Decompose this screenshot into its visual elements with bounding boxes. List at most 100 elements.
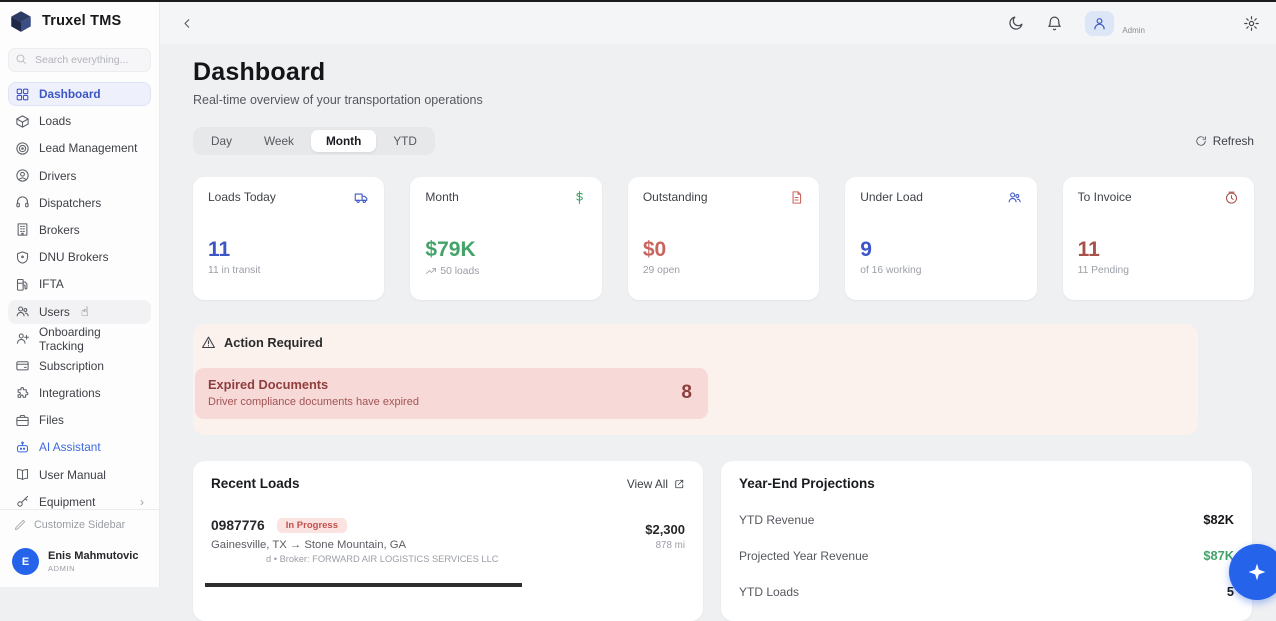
app-logo-row: Truxel TMS: [0, 0, 159, 40]
projection-row-projected-revenue: Projected Year Revenue $87K: [739, 548, 1234, 563]
stat-card-under-load[interactable]: Under Load 9 of 16 working: [845, 177, 1036, 300]
sidebar-item-dispatchers[interactable]: Dispatchers: [8, 191, 151, 215]
recent-loads-title: Recent Loads: [211, 476, 300, 491]
truck-icon: [354, 190, 369, 205]
screen-bottom-strip: [205, 583, 522, 587]
bottom-panels: Recent Loads View All 0987776 In Progres…: [193, 461, 1254, 621]
search-icon: [15, 53, 27, 65]
sidebar-item-dashboard[interactable]: Dashboard: [8, 82, 151, 106]
sidebar-item-onboarding-tracking[interactable]: Onboarding Tracking: [8, 327, 151, 351]
sidebar-item-files[interactable]: Files: [8, 408, 151, 432]
sidebar-item-ai-assistant[interactable]: AI Assistant: [8, 435, 151, 459]
sidebar-item-label: Loads: [39, 114, 71, 128]
app-logo-cube-icon: [8, 8, 34, 34]
year-end-projections-panel: Year-End Projections YTD Revenue $82K Pr…: [721, 461, 1252, 621]
stat-sub: of 16 working: [860, 265, 1021, 276]
stat-sub: 11 Pending: [1078, 265, 1239, 276]
sidebar-item-label: AI Assistant: [39, 440, 101, 454]
sidebar-item-integrations[interactable]: Integrations: [8, 381, 151, 405]
tab-month[interactable]: Month: [311, 130, 376, 152]
stat-label: To Invoice: [1078, 190, 1132, 204]
notifications-bell-icon[interactable]: [1046, 15, 1063, 32]
stat-value: $79K: [425, 238, 586, 262]
key-icon: [15, 494, 30, 509]
trend-up-icon: [425, 265, 437, 277]
expired-documents-count: 8: [681, 382, 692, 404]
external-link-icon: [673, 478, 685, 490]
customize-sidebar-button[interactable]: Customize Sidebar: [0, 509, 159, 540]
tab-day[interactable]: Day: [196, 130, 247, 152]
expired-documents-card[interactable]: Expired Documents Driver compliance docu…: [195, 368, 708, 419]
sidebar-nav: Dashboard Loads Lead Management Drivers …: [0, 82, 159, 509]
expired-documents-title: Expired Documents: [208, 377, 419, 392]
headset-icon: [15, 195, 30, 210]
stat-card-month[interactable]: Month $79K 50 loads: [410, 177, 601, 300]
refresh-button[interactable]: Refresh: [1195, 134, 1254, 148]
load-miles: 878 mi: [645, 540, 685, 551]
customize-sidebar-label: Customize Sidebar: [34, 519, 125, 531]
dark-mode-icon[interactable]: [1007, 15, 1024, 32]
stats-row: Loads Today 11 11 in transit Month $79K …: [193, 177, 1254, 300]
tab-ytd[interactable]: YTD: [378, 130, 432, 152]
recent-loads-panel: Recent Loads View All 0987776 In Progres…: [193, 461, 703, 621]
load-broker: d • Broker: FORWARD AIR LOGISTICS SERVIC…: [211, 554, 498, 564]
sidebar-item-dnu-brokers[interactable]: DNU Brokers: [8, 245, 151, 269]
puzzle-icon: [15, 386, 30, 401]
app-title: Truxel TMS: [42, 13, 121, 29]
load-status-badge: In Progress: [277, 518, 347, 533]
user-profile[interactable]: E Enis Mahmutovic ADMIN: [0, 540, 159, 587]
warning-triangle-icon: [201, 335, 216, 350]
avatar: E: [12, 548, 39, 575]
driver-icon: [15, 168, 30, 183]
load-id: 0987776: [211, 518, 265, 533]
package-icon: [15, 114, 30, 129]
sidebar-item-label: Brokers: [39, 223, 80, 237]
sidebar-item-label: Equipment: [39, 495, 95, 509]
briefcase-icon: [15, 413, 30, 428]
projections-title: Year-End Projections: [739, 476, 875, 491]
user-plus-icon: [15, 331, 30, 346]
sidebar-item-users[interactable]: Users ☝: [8, 300, 151, 324]
sidebar-item-brokers[interactable]: Brokers: [8, 218, 151, 242]
collapse-sidebar-icon[interactable]: [180, 16, 195, 31]
load-route: Gainesville, TX → Stone Mountain, GA: [211, 539, 498, 551]
search-input[interactable]: [8, 48, 151, 72]
sidebar-item-label: Drivers: [39, 169, 76, 183]
sidebar-item-label: Dashboard: [39, 87, 101, 101]
tab-week[interactable]: Week: [249, 130, 309, 152]
robot-icon: [15, 440, 30, 455]
sidebar-item-ifta[interactable]: IFTA: [8, 272, 151, 296]
page-subtitle: Real-time overview of your transportatio…: [193, 93, 1254, 107]
settings-gear-icon[interactable]: [1243, 15, 1260, 32]
refresh-label: Refresh: [1213, 134, 1254, 148]
view-all-button[interactable]: View All: [627, 477, 685, 491]
sidebar: Truxel TMS Dashboard Loads Lead Manageme…: [0, 0, 160, 587]
stat-value: 11: [1078, 238, 1239, 262]
sidebar-item-lead-management[interactable]: Lead Management: [8, 136, 151, 160]
sidebar-item-user-manual[interactable]: User Manual: [8, 463, 151, 487]
stat-card-outstanding[interactable]: Outstanding $0 29 open: [628, 177, 819, 300]
stat-card-loads-today[interactable]: Loads Today 11 11 in transit: [193, 177, 384, 300]
account-user-icon[interactable]: [1085, 11, 1114, 36]
sidebar-search: [8, 48, 151, 72]
stat-card-to-invoice[interactable]: To Invoice 11 11 Pending: [1063, 177, 1254, 300]
stat-sub: 29 open: [643, 265, 804, 276]
stat-sub: 11 in transit: [208, 265, 369, 276]
ai-assistant-fab[interactable]: [1229, 544, 1276, 600]
sparkle-icon: [1247, 562, 1267, 582]
projection-label: YTD Revenue: [739, 513, 814, 527]
wallet-icon: [15, 358, 30, 373]
load-list-item[interactable]: 0987776 In Progress Gainesville, TX → St…: [211, 518, 685, 564]
dashboard-icon: [15, 87, 30, 102]
sidebar-item-equipment[interactable]: Equipment ›: [8, 490, 151, 509]
mouse-cursor-icon: ☝: [81, 304, 89, 320]
page-title: Dashboard: [193, 58, 1254, 87]
stat-label: Month: [425, 190, 458, 204]
sidebar-item-drivers[interactable]: Drivers: [8, 164, 151, 188]
sidebar-item-label: Dispatchers: [39, 196, 101, 210]
stat-value: 11: [208, 238, 369, 262]
sidebar-item-loads[interactable]: Loads: [8, 109, 151, 133]
sidebar-item-subscription[interactable]: Subscription: [8, 354, 151, 378]
sidebar-item-label: Integrations: [39, 386, 101, 400]
shield-icon: [15, 250, 30, 265]
